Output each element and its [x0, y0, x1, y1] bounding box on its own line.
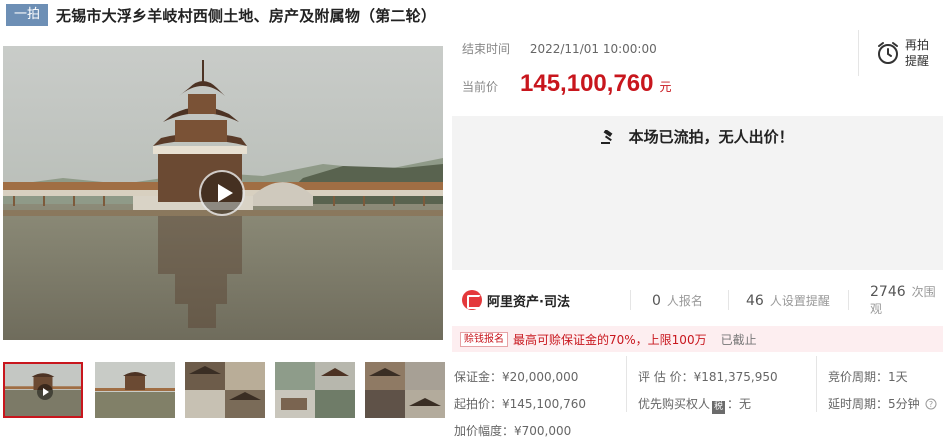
- status-message: 本场已流拍，无人出价！: [628, 128, 794, 146]
- delay-cycle-info: 延时周期：5分钟 ?: [828, 395, 937, 412]
- divider: [630, 290, 631, 310]
- divider: [728, 290, 729, 310]
- re-auction-reminder-button[interactable]: 再拍提醒: [858, 30, 943, 76]
- tax-badge-icon[interactable]: 税: [712, 401, 726, 414]
- deposit-label: 保证金：: [454, 370, 503, 384]
- reminders-stat: 46 人设置提醒: [746, 292, 830, 309]
- current-price-row: 当前价 145,100,760 元: [462, 70, 672, 98]
- priority-buyer-info: 优先购买权人税：无: [638, 395, 751, 414]
- ali-assets-brand: 阿里资产·司法: [487, 294, 570, 310]
- thumbnail-pavilion-collage[interactable]: [275, 362, 355, 418]
- bid-increment-label: 加价幅度：: [454, 424, 515, 438]
- end-time-label: 结束时间: [462, 42, 511, 56]
- thumbnail-pavilion-lake[interactable]: [95, 362, 175, 418]
- end-time-row: 结束时间 2022/11/01 10:00:00: [462, 40, 657, 57]
- divider: [626, 356, 627, 412]
- ali-assets-logo-icon: [462, 290, 482, 310]
- thumbnail-old-buildings[interactable]: [185, 362, 265, 418]
- credit-deposit-status: 已截止: [720, 332, 757, 347]
- priority-buyer-value: ：无: [727, 397, 752, 411]
- current-price-label: 当前价: [462, 80, 499, 94]
- delay-cycle-value: 5分钟: [888, 397, 920, 411]
- deposit-info: 保证金：¥20,000,000: [454, 368, 578, 385]
- page-title: 无锡市大浮乡羊岐村西侧土地、房产及附属物（第二轮）: [56, 6, 437, 25]
- views-count: 2746: [870, 284, 906, 300]
- signups-stat: 0 人报名: [652, 292, 703, 309]
- bid-increment-value: ¥700,000: [514, 424, 572, 438]
- auction-info-panel: 结束时间 2022/11/01 10:00:00 当前价 145,100,760…: [452, 30, 943, 440]
- starting-price-label: 起拍价：: [454, 397, 503, 411]
- thumbnail-strip: [3, 362, 445, 420]
- end-time-value: 2022/11/01 10:00:00: [529, 42, 657, 56]
- divider: [848, 290, 849, 310]
- credit-signup-badge: 赊钱报名: [460, 331, 508, 347]
- thumbnail-pavilion-video[interactable]: [3, 362, 83, 418]
- starting-price-info: 起拍价：¥145,100,760: [454, 395, 586, 412]
- reminder-label: 再拍提醒: [905, 38, 930, 68]
- title-row: 一拍 无锡市大浮乡羊岐村西侧土地、房产及附属物（第二轮）: [0, 0, 943, 30]
- divider: [816, 356, 817, 412]
- reminders-count: 46: [746, 292, 764, 309]
- video-play-button[interactable]: [199, 170, 245, 216]
- svg-text:?: ?: [929, 400, 933, 409]
- reminders-label: 人设置提醒: [769, 293, 830, 308]
- credit-deposit-text: 最高可赊保证金的70%，上限100万: [513, 332, 707, 347]
- stats-row: 阿里资产·司法 0 人报名 46 人设置提醒 2746 次围观: [452, 283, 943, 317]
- auction-status-box: 本场已流拍，无人出价！: [452, 116, 943, 270]
- current-price-value: 145,100,760: [520, 70, 654, 97]
- appraisal-info: 评 估 价：¥181,375,950: [638, 368, 778, 385]
- priority-buyer-label: 优先购买权人: [638, 397, 711, 411]
- delay-cycle-label: 延时周期：: [828, 397, 889, 411]
- appraisal-label: 评 估 价：: [638, 370, 694, 384]
- thumbnail-play-icon: [37, 384, 53, 400]
- alarm-clock-icon: [878, 42, 898, 64]
- bid-increment-info: 加价幅度：¥700,000: [454, 422, 571, 439]
- bidding-cycle-info: 竞价周期：1天: [828, 368, 908, 385]
- current-price-unit: 元: [659, 80, 672, 94]
- gavel-icon: [601, 130, 613, 144]
- thumbnail-building-collage[interactable]: [365, 362, 445, 418]
- bidding-cycle-value: 1天: [888, 370, 908, 384]
- auction-status: 本场已流拍，无人出价！: [452, 126, 943, 147]
- starting-price-value: ¥145,100,760: [502, 397, 586, 411]
- deposit-value: ¥20,000,000: [502, 370, 579, 384]
- signups-label: 人报名: [666, 293, 703, 308]
- credit-deposit-row: 赊钱报名 最高可赊保证金的70%，上限100万 已截止: [452, 326, 943, 352]
- signups-count: 0: [652, 292, 661, 309]
- views-stat: 2746 次围观: [870, 283, 943, 317]
- bidding-cycle-label: 竞价周期：: [828, 370, 889, 384]
- auction-round-tag: 一拍: [6, 4, 49, 26]
- ali-assets-logo: 阿里资产·司法: [462, 290, 570, 310]
- help-icon[interactable]: ?: [925, 398, 937, 410]
- appraisal-value: ¥181,375,950: [693, 370, 778, 384]
- main-media-viewer[interactable]: [3, 46, 443, 340]
